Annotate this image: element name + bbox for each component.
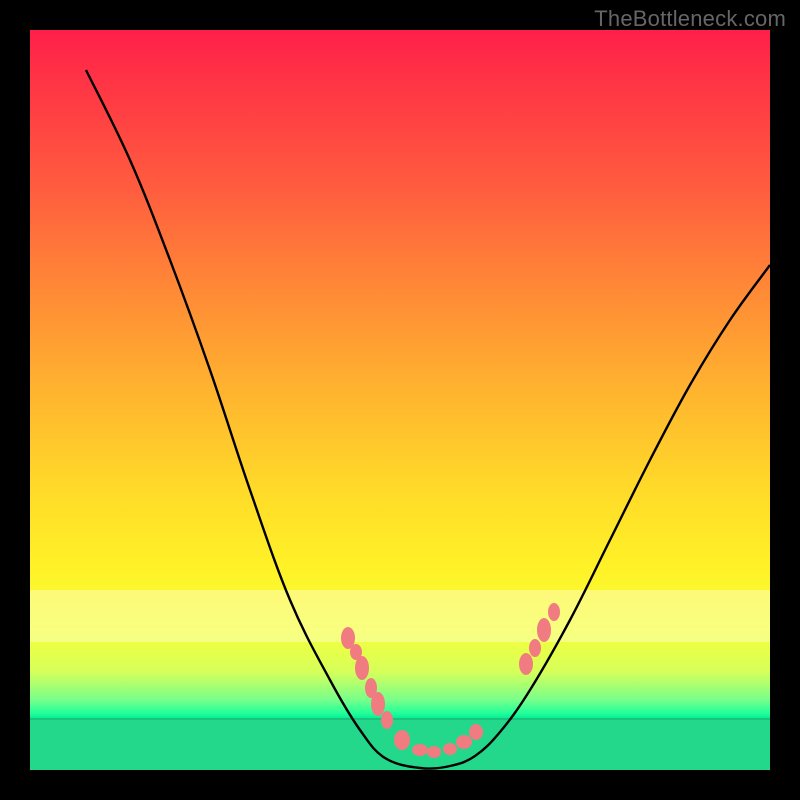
highlight-band — [30, 590, 770, 642]
bottom-green-strip — [30, 718, 770, 770]
watermark-text: TheBottleneck.com — [594, 6, 786, 32]
plot-area — [30, 30, 770, 770]
